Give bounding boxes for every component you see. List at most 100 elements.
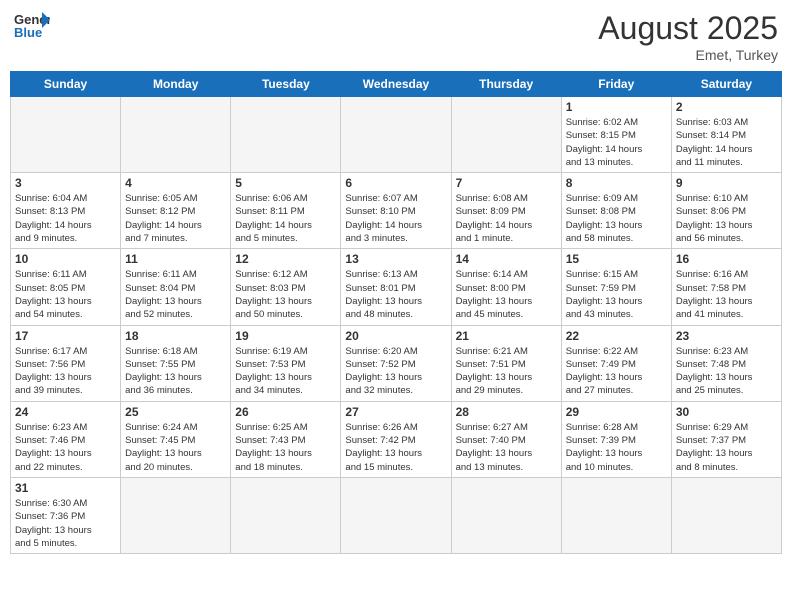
calendar-cell: 29 Sunrise: 6:28 AM Sunset: 7:39 PM Dayli… xyxy=(561,401,671,477)
day-number: 28 xyxy=(456,405,557,419)
week-row-4: 17 Sunrise: 6:17 AM Sunset: 7:56 PM Dayli… xyxy=(11,325,782,401)
location: Emet, Turkey xyxy=(598,47,778,63)
calendar-cell: 20Sunrise: 6:20 AM Sunset: 7:52 PM Dayli… xyxy=(341,325,451,401)
day-headers: SundayMondayTuesdayWednesdayThursdayFrid… xyxy=(11,72,782,97)
day-info: Sunrise: 6:26 AM Sunset: 7:42 PM Dayligh… xyxy=(345,421,446,474)
day-header-thursday: Thursday xyxy=(451,72,561,97)
calendar-cell xyxy=(341,477,451,553)
day-header-sunday: Sunday xyxy=(11,72,121,97)
week-row-5: 24Sunrise: 6:23 AM Sunset: 7:46 PM Dayli… xyxy=(11,401,782,477)
calendar-cell: 30 Sunrise: 6:29 AM Sunset: 7:37 PM Dayli… xyxy=(671,401,781,477)
day-info: Sunrise: 6:24 AM Sunset: 7:45 PM Dayligh… xyxy=(125,421,226,474)
calendar-cell: 22Sunrise: 6:22 AM Sunset: 7:49 PM Dayli… xyxy=(561,325,671,401)
calendar-cell: 9 Sunrise: 6:10 AM Sunset: 8:06 PM Daylig… xyxy=(671,173,781,249)
calendar-cell: 1 Sunrise: 6:02 AM Sunset: 8:15 PM Daylig… xyxy=(561,97,671,173)
calendar-cell xyxy=(671,477,781,553)
day-info: Sunrise: 6:10 AM Sunset: 8:06 PM Dayligh… xyxy=(676,192,777,245)
day-info: Sunrise: 6:07 AM Sunset: 8:10 PM Dayligh… xyxy=(345,192,446,245)
day-number: 9 xyxy=(676,176,777,190)
day-info: Sunrise: 6:28 AM Sunset: 7:39 PM Dayligh… xyxy=(566,421,667,474)
day-info: Sunrise: 6:21 AM Sunset: 7:51 PM Dayligh… xyxy=(456,345,557,398)
calendar-cell: 24Sunrise: 6:23 AM Sunset: 7:46 PM Dayli… xyxy=(11,401,121,477)
day-number: 25 xyxy=(125,405,226,419)
day-number: 29 xyxy=(566,405,667,419)
calendar-cell: 13 Sunrise: 6:13 AM Sunset: 8:01 PM Dayli… xyxy=(341,249,451,325)
day-info: Sunrise: 6:19 AM Sunset: 7:53 PM Dayligh… xyxy=(235,345,336,398)
calendar-cell: 6 Sunrise: 6:07 AM Sunset: 8:10 PM Daylig… xyxy=(341,173,451,249)
calendar-cell: 28 Sunrise: 6:27 AM Sunset: 7:40 PM Dayli… xyxy=(451,401,561,477)
day-info: Sunrise: 6:16 AM Sunset: 7:58 PM Dayligh… xyxy=(676,268,777,321)
title-block: August 2025 Emet, Turkey xyxy=(598,10,778,63)
calendar-cell: 18Sunrise: 6:18 AM Sunset: 7:55 PM Dayli… xyxy=(121,325,231,401)
day-number: 4 xyxy=(125,176,226,190)
day-header-tuesday: Tuesday xyxy=(231,72,341,97)
day-number: 23 xyxy=(676,329,777,343)
calendar-cell: 7Sunrise: 6:08 AM Sunset: 8:09 PM Daylig… xyxy=(451,173,561,249)
day-info: Sunrise: 6:04 AM Sunset: 8:13 PM Dayligh… xyxy=(15,192,116,245)
day-number: 12 xyxy=(235,252,336,266)
day-header-saturday: Saturday xyxy=(671,72,781,97)
calendar-cell: 31 Sunrise: 6:30 AM Sunset: 7:36 PM Dayli… xyxy=(11,477,121,553)
day-number: 6 xyxy=(345,176,446,190)
calendar-cell xyxy=(341,97,451,173)
week-row-3: 10 Sunrise: 6:11 AM Sunset: 8:05 PM Dayli… xyxy=(11,249,782,325)
day-info: Sunrise: 6:27 AM Sunset: 7:40 PM Dayligh… xyxy=(456,421,557,474)
calendar-cell: 15Sunrise: 6:15 AM Sunset: 7:59 PM Dayli… xyxy=(561,249,671,325)
day-number: 11 xyxy=(125,252,226,266)
calendar: SundayMondayTuesdayWednesdayThursdayFrid… xyxy=(10,71,782,554)
day-number: 7 xyxy=(456,176,557,190)
day-info: Sunrise: 6:02 AM Sunset: 8:15 PM Dayligh… xyxy=(566,116,667,169)
day-number: 8 xyxy=(566,176,667,190)
calendar-cell xyxy=(11,97,121,173)
day-number: 22 xyxy=(566,329,667,343)
week-row-6: 31 Sunrise: 6:30 AM Sunset: 7:36 PM Dayli… xyxy=(11,477,782,553)
day-info: Sunrise: 6:09 AM Sunset: 8:08 PM Dayligh… xyxy=(566,192,667,245)
calendar-cell xyxy=(231,477,341,553)
logo-icon: General Blue xyxy=(14,10,50,40)
day-info: Sunrise: 6:17 AM Sunset: 7:56 PM Dayligh… xyxy=(15,345,116,398)
day-number: 19 xyxy=(235,329,336,343)
calendar-cell: 12Sunrise: 6:12 AM Sunset: 8:03 PM Dayli… xyxy=(231,249,341,325)
day-header-wednesday: Wednesday xyxy=(341,72,451,97)
day-number: 17 xyxy=(15,329,116,343)
day-info: Sunrise: 6:15 AM Sunset: 7:59 PM Dayligh… xyxy=(566,268,667,321)
day-info: Sunrise: 6:05 AM Sunset: 8:12 PM Dayligh… xyxy=(125,192,226,245)
calendar-cell xyxy=(451,97,561,173)
day-number: 2 xyxy=(676,100,777,114)
day-info: Sunrise: 6:29 AM Sunset: 7:37 PM Dayligh… xyxy=(676,421,777,474)
day-header-friday: Friday xyxy=(561,72,671,97)
day-header-monday: Monday xyxy=(121,72,231,97)
day-number: 30 xyxy=(676,405,777,419)
day-number: 31 xyxy=(15,481,116,495)
month-year: August 2025 xyxy=(598,10,778,47)
day-info: Sunrise: 6:06 AM Sunset: 8:11 PM Dayligh… xyxy=(235,192,336,245)
page-header: General Blue August 2025 Emet, Turkey xyxy=(10,10,782,63)
calendar-cell: 4 Sunrise: 6:05 AM Sunset: 8:12 PM Daylig… xyxy=(121,173,231,249)
calendar-cell: 3 Sunrise: 6:04 AM Sunset: 8:13 PM Daylig… xyxy=(11,173,121,249)
day-number: 1 xyxy=(566,100,667,114)
calendar-cell: 16Sunrise: 6:16 AM Sunset: 7:58 PM Dayli… xyxy=(671,249,781,325)
calendar-cell: 10 Sunrise: 6:11 AM Sunset: 8:05 PM Dayli… xyxy=(11,249,121,325)
calendar-cell: 26Sunrise: 6:25 AM Sunset: 7:43 PM Dayli… xyxy=(231,401,341,477)
day-number: 13 xyxy=(345,252,446,266)
calendar-cell: 21Sunrise: 6:21 AM Sunset: 7:51 PM Dayli… xyxy=(451,325,561,401)
day-info: Sunrise: 6:13 AM Sunset: 8:01 PM Dayligh… xyxy=(345,268,446,321)
day-info: Sunrise: 6:11 AM Sunset: 8:05 PM Dayligh… xyxy=(15,268,116,321)
calendar-cell: 14Sunrise: 6:14 AM Sunset: 8:00 PM Dayli… xyxy=(451,249,561,325)
day-number: 3 xyxy=(15,176,116,190)
day-number: 10 xyxy=(15,252,116,266)
calendar-cell: 11Sunrise: 6:11 AM Sunset: 8:04 PM Dayli… xyxy=(121,249,231,325)
calendar-cell: 27Sunrise: 6:26 AM Sunset: 7:42 PM Dayli… xyxy=(341,401,451,477)
day-number: 26 xyxy=(235,405,336,419)
calendar-cell xyxy=(121,97,231,173)
calendar-cell: 5 Sunrise: 6:06 AM Sunset: 8:11 PM Daylig… xyxy=(231,173,341,249)
calendar-cell: 17 Sunrise: 6:17 AM Sunset: 7:56 PM Dayli… xyxy=(11,325,121,401)
calendar-cell: 19 Sunrise: 6:19 AM Sunset: 7:53 PM Dayli… xyxy=(231,325,341,401)
calendar-cell: 23Sunrise: 6:23 AM Sunset: 7:48 PM Dayli… xyxy=(671,325,781,401)
week-row-1: 1 Sunrise: 6:02 AM Sunset: 8:15 PM Daylig… xyxy=(11,97,782,173)
calendar-cell: 2Sunrise: 6:03 AM Sunset: 8:14 PM Daylig… xyxy=(671,97,781,173)
calendar-cell xyxy=(451,477,561,553)
day-info: Sunrise: 6:30 AM Sunset: 7:36 PM Dayligh… xyxy=(15,497,116,550)
day-number: 5 xyxy=(235,176,336,190)
day-number: 18 xyxy=(125,329,226,343)
